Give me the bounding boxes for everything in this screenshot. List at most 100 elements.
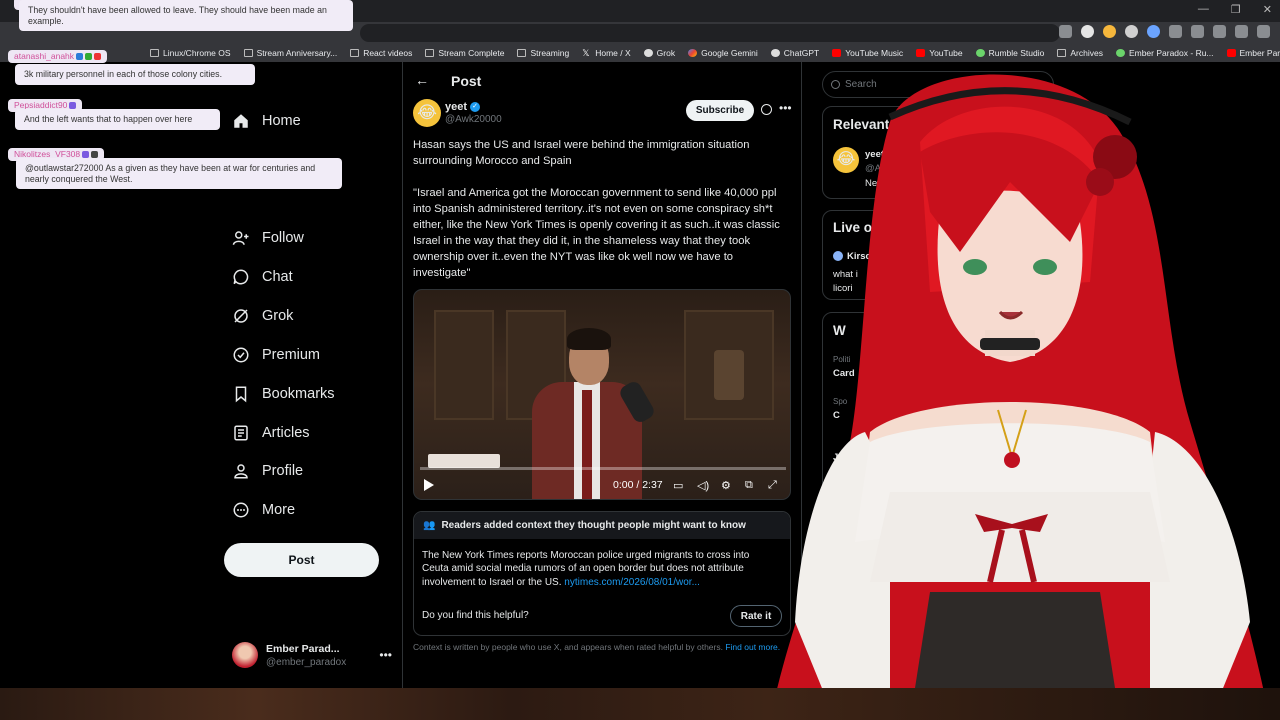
folder-icon	[517, 49, 527, 57]
video-progress-bar[interactable]	[420, 467, 786, 470]
back-arrow-icon[interactable]: ←	[415, 72, 429, 88]
home-icon	[234, 114, 248, 128]
extension-icon[interactable]	[1191, 25, 1204, 38]
live-host[interactable]: Kirsc	[847, 251, 871, 262]
extension-icon[interactable]	[1081, 25, 1094, 38]
trend-item[interactable]: C	[833, 410, 840, 421]
nav-item-follow[interactable]: Follow	[232, 229, 304, 247]
author-name-row[interactable]: yeet ✓	[445, 101, 481, 113]
bookmark-item[interactable]: Rumble Studio	[975, 48, 1044, 58]
trend-item[interactable]: J	[833, 452, 838, 463]
relevant-name[interactable]: yeet	[865, 149, 884, 160]
bookmark-item[interactable]: Stream Complete	[425, 48, 504, 58]
more-dots-icon[interactable]: •••	[379, 648, 392, 662]
badge-icon	[76, 53, 84, 61]
bookmark-item[interactable]: Archives	[1057, 48, 1103, 58]
minimize-icon[interactable]: —	[1198, 3, 1209, 16]
more-options-icon[interactable]: •••	[779, 101, 792, 115]
grok-icon[interactable]	[761, 104, 772, 115]
extension-icon[interactable]	[1103, 25, 1116, 38]
profile-handle: @ember_paradox	[266, 657, 347, 668]
bookmark-item[interactable]: YouTube	[916, 48, 963, 58]
bookmark-item[interactable]: Grok	[643, 48, 675, 58]
video-time: 0:00 / 2:37	[613, 479, 663, 491]
account-switcher[interactable]: Ember Parad... @ember_paradox •••	[232, 642, 400, 672]
rate-it-button[interactable]: Rate it	[730, 605, 782, 627]
menu-icon[interactable]	[1257, 25, 1270, 38]
source-link[interactable]: nytimes.com/2026/08/01/wor...	[564, 577, 700, 588]
extension-icon[interactable]	[1125, 25, 1138, 38]
bookmark-item[interactable]: YouTube Music	[832, 48, 903, 58]
relevant-snippet: News	[865, 178, 889, 189]
bookmark-item[interactable]: 𝕏 Home / X	[582, 48, 630, 58]
pip-icon[interactable]: ⧉	[745, 479, 753, 492]
live-snippet: licori	[833, 283, 853, 294]
gemini-icon	[688, 49, 698, 57]
post-button[interactable]: Post	[224, 543, 379, 577]
chat-username: atanashi_anahk	[8, 50, 108, 63]
bookmark-item[interactable]: Ember Paradox	[1226, 48, 1280, 58]
extension-icon[interactable]	[1059, 25, 1072, 38]
articles-icon	[234, 425, 248, 441]
extension-icon[interactable]	[1147, 25, 1160, 38]
search-icon	[831, 80, 840, 89]
grok-icon	[234, 309, 248, 323]
close-window-icon[interactable]: ✕	[1263, 3, 1272, 16]
folder-icon	[243, 49, 253, 57]
trend-item[interactable]: Card	[833, 368, 855, 379]
url-field[interactable]	[360, 24, 1060, 42]
premium-icon	[233, 347, 249, 363]
post-text-quote: "Israel and America got the Moroccan gov…	[413, 187, 780, 279]
live-title: Live on	[833, 220, 881, 235]
video-player[interactable]: 0:00 / 2:37 ▭ ◁) ⚙ ⧉ ⤢	[413, 289, 791, 500]
avatar	[232, 642, 258, 668]
relevant-avatar[interactable]: 😂	[833, 147, 859, 173]
author-avatar[interactable]: 😂	[413, 99, 441, 127]
video-overlay-badge	[428, 454, 500, 468]
chat-text: @outlawstar272000 As a given as they hav…	[16, 158, 342, 189]
community-note-body: The New York Times reports Moroccan poli…	[422, 550, 750, 588]
nav-item-more[interactable]: More	[232, 501, 295, 519]
relevant-handle: @Awk2	[865, 163, 898, 174]
author-name: yeet	[445, 101, 468, 113]
bookmark-item[interactable]: Ember Paradox - Ru...	[1115, 48, 1214, 58]
post-text: Hasan says the US and Israel were behind…	[413, 137, 793, 297]
youtube-icon	[916, 49, 926, 57]
bookmark-item[interactable]: Stream Anniversary...	[243, 48, 337, 58]
bookmarks-bar: Linux/Chrome OS Stream Anniversary... Re…	[0, 44, 1280, 62]
verified-badge-icon: ✓	[889, 151, 899, 161]
bookmark-item[interactable]: Linux/Chrome OS	[150, 48, 231, 58]
nav-item-grok[interactable]: Grok	[232, 307, 293, 325]
bookmark-item[interactable]: ChatGPT	[770, 48, 819, 58]
play-icon[interactable]	[424, 479, 434, 491]
follow-icon	[232, 231, 249, 245]
post-text-line: Hasan says the US and Israel were behind…	[413, 139, 750, 167]
profile-icon[interactable]	[1235, 25, 1248, 38]
bookmark-item[interactable]: React videos	[350, 48, 412, 58]
volume-icon[interactable]: ◁)	[697, 479, 709, 492]
bookmark-item[interactable]: Google Gemini	[688, 48, 758, 58]
subscribe-button[interactable]: Subscribe	[686, 100, 754, 121]
emote-icon	[94, 53, 102, 61]
nav-item-premium[interactable]: Premium	[232, 346, 320, 364]
find-out-more-link[interactable]: Find out more.	[725, 642, 780, 652]
nav-item-articles[interactable]: Articles	[232, 424, 310, 442]
settings-gear-icon[interactable]: ⚙	[721, 479, 731, 492]
nav-item-profile[interactable]: Profile	[232, 462, 303, 480]
live-snippet: what i	[833, 269, 858, 280]
extension-icon[interactable]	[1213, 25, 1226, 38]
nav-item-bookmarks[interactable]: Bookmarks	[232, 385, 335, 403]
fullscreen-icon[interactable]: ⤢	[768, 479, 777, 492]
page-title: Post	[451, 73, 482, 89]
nav-item-home[interactable]: Home	[232, 112, 301, 130]
bookmark-item[interactable]: Streaming	[517, 48, 569, 58]
nav-item-chat[interactable]: Chat	[232, 268, 293, 286]
extension-icon[interactable]	[1169, 25, 1182, 38]
chatgpt-icon	[770, 49, 780, 57]
restore-icon[interactable]: ❐	[1231, 3, 1241, 16]
helpful-question: Do you find this helpful?	[422, 610, 529, 621]
rumble-icon	[975, 49, 985, 57]
search-input[interactable]: Search	[822, 71, 1054, 98]
captions-icon[interactable]: ▭	[673, 479, 683, 492]
more-circle-icon	[233, 502, 249, 518]
